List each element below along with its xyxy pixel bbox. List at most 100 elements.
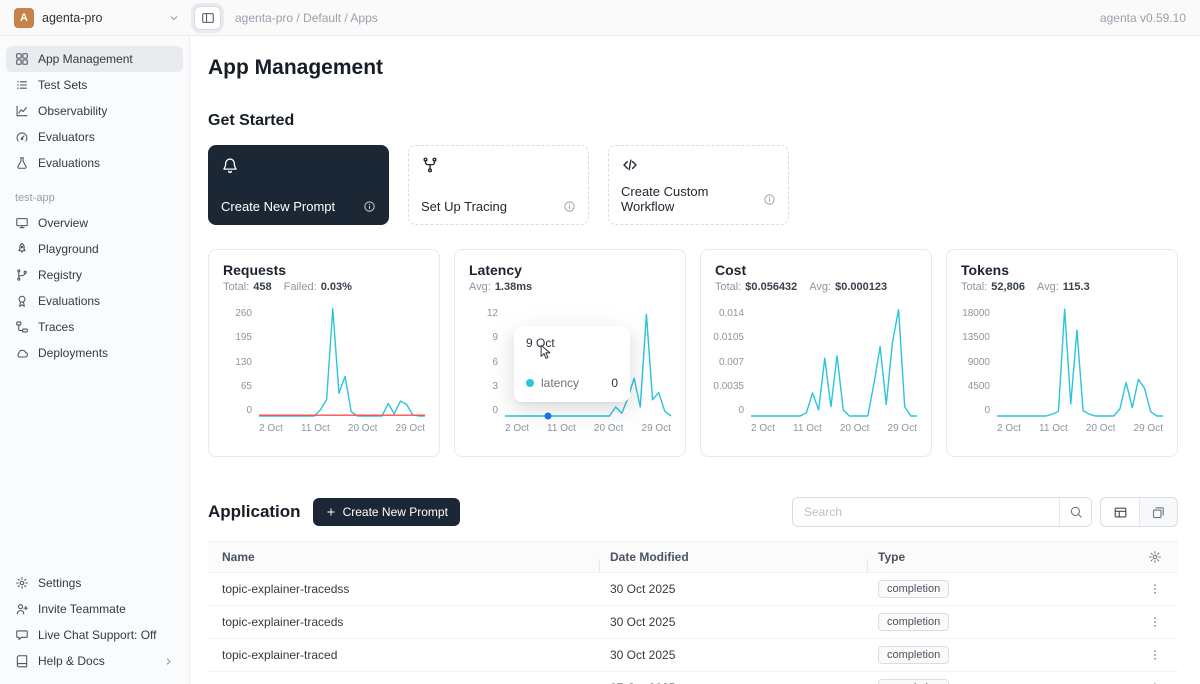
sidebar-main-nav: App Management Test Sets Observability E… xyxy=(6,46,183,176)
code-icon xyxy=(621,156,639,174)
series-cost xyxy=(751,310,917,416)
y-axis-tick: 6 xyxy=(492,357,498,368)
sidebar-item-registry[interactable]: Registry xyxy=(6,262,183,288)
flask-icon xyxy=(15,156,29,170)
tooltip-series-row: latency 0 xyxy=(526,376,618,390)
x-axis-tick: 11 Oct xyxy=(793,423,822,434)
table-row[interactable]: topic-explainer-traced 30 Oct 2025 compl… xyxy=(208,639,1178,672)
table-settings-button[interactable] xyxy=(1148,550,1162,564)
application-toolbar: Application Create New Prompt xyxy=(208,497,1178,527)
gear-icon xyxy=(1148,550,1162,564)
award-icon xyxy=(15,294,29,308)
row-actions-button[interactable] xyxy=(1148,648,1162,662)
metric-stat-total: Total:52,806 xyxy=(961,281,1025,293)
app-name-cell[interactable]: topic-explainer-traced xyxy=(208,648,610,662)
create-new-prompt-button[interactable]: Create New Prompt xyxy=(313,498,460,526)
dots-vertical-icon xyxy=(1148,615,1162,629)
get-started-card-create-new-prompt[interactable]: Create New Prompt xyxy=(208,145,389,225)
x-axis: 2 Oct11 Oct20 Oct29 Oct xyxy=(961,423,1163,434)
app-name-cell[interactable]: topic-explainer-traceds xyxy=(208,615,610,629)
table-view-icon xyxy=(1113,505,1128,520)
search-input[interactable] xyxy=(793,498,1059,526)
x-axis-tick: 11 Oct xyxy=(547,423,576,434)
get-started-card-create-custom-workflow[interactable]: Create Custom Workflow xyxy=(608,145,789,225)
sidebar-item-overview[interactable]: Overview xyxy=(6,210,183,236)
user-plus-icon xyxy=(15,602,29,616)
breadcrumb[interactable]: agenta-pro / Default / Apps xyxy=(235,11,378,25)
table-row[interactable]: topic-explainer-tracedss 30 Oct 2025 com… xyxy=(208,573,1178,606)
metric-stats: Total:$0.056432Avg:$0.000123 xyxy=(715,281,917,293)
application-heading: Application xyxy=(208,502,301,522)
metric-title: Latency xyxy=(469,262,671,278)
sidebar-item-playground[interactable]: Playground xyxy=(6,236,183,262)
type-badge: completion xyxy=(878,679,949,684)
y-axis: 0.0140.01050.0070.00350 xyxy=(715,308,751,416)
metric-title: Cost xyxy=(715,262,917,278)
card-view-button[interactable] xyxy=(1139,498,1177,526)
sidebar-item-settings[interactable]: Settings xyxy=(6,570,183,596)
workspace-selector[interactable]: A agenta-pro xyxy=(14,8,180,28)
y-axis-tick: 0 xyxy=(738,405,744,416)
sidebar-item-invite-teammate[interactable]: Invite Teammate xyxy=(6,596,183,622)
tooltip-series-name: latency xyxy=(541,376,579,390)
sidebar-app-section-label: test-app xyxy=(15,192,174,204)
sidebar-item-live-chat-support-off[interactable]: Live Chat Support: Off xyxy=(6,622,183,648)
info-icon[interactable] xyxy=(363,200,376,213)
sidebar-app-nav: Overview Playground Registry Evaluations… xyxy=(6,210,183,366)
y-axis-tick: 65 xyxy=(241,381,252,392)
sidebar-item-test-sets[interactable]: Test Sets xyxy=(6,72,183,98)
tooltip-value: 0 xyxy=(611,376,618,390)
chart-tooltip: 9 Oct latency 0 xyxy=(514,326,630,402)
info-icon[interactable] xyxy=(763,193,776,206)
y-axis-tick: 130 xyxy=(235,357,252,368)
x-axis-tick: 29 Oct xyxy=(1134,423,1163,434)
row-actions-button[interactable] xyxy=(1148,615,1162,629)
info-icon[interactable] xyxy=(563,200,576,213)
x-axis: 2 Oct11 Oct20 Oct29 Oct xyxy=(715,423,917,434)
y-axis: 129630 xyxy=(469,308,505,416)
workspace-avatar: A xyxy=(14,8,34,28)
table-header: Name Date Modified Type xyxy=(208,541,1178,573)
sidebar-item-observability[interactable]: Observability xyxy=(6,98,183,124)
table-row[interactable]: topic-explainer-traceds 30 Oct 2025 comp… xyxy=(208,606,1178,639)
sidebar-item-help-docs[interactable]: Help & Docs xyxy=(6,648,183,674)
sidebar-item-app-management[interactable]: App Management xyxy=(6,46,183,72)
sidebar-panel-icon xyxy=(201,11,215,25)
get-started-card-set-up-tracing[interactable]: Set Up Tracing xyxy=(408,145,589,225)
y-axis-tick: 9 xyxy=(492,332,498,343)
info-icon xyxy=(563,200,576,213)
branch-icon xyxy=(15,268,29,282)
table-view-button[interactable] xyxy=(1101,498,1139,526)
grid-icon xyxy=(15,52,29,66)
x-axis-tick: 2 Oct xyxy=(751,423,775,434)
metric-stat-total: Total:$0.056432 xyxy=(715,281,797,293)
sparkline-chart xyxy=(259,308,425,416)
gear-icon xyxy=(15,576,29,590)
column-header-type[interactable]: Type xyxy=(878,550,1110,564)
search-button[interactable] xyxy=(1059,498,1091,526)
row-actions-button[interactable] xyxy=(1148,582,1162,596)
column-header-name[interactable]: Name xyxy=(208,550,610,564)
sidebar-toggle-button[interactable] xyxy=(194,6,221,30)
sidebar-item-traces[interactable]: Traces xyxy=(6,314,183,340)
sidebar: App Management Test Sets Observability E… xyxy=(0,36,190,684)
info-icon xyxy=(363,200,376,213)
get-started-card-label: Set Up Tracing xyxy=(421,199,507,214)
app-name-cell[interactable]: topic-explainer-tracedss xyxy=(208,582,610,596)
monitor-icon xyxy=(15,216,29,230)
column-header-date-modified[interactable]: Date Modified xyxy=(610,550,878,564)
metric-card-cost: Cost Total:$0.056432Avg:$0.000123 0.014 0… xyxy=(700,249,932,457)
view-toggle xyxy=(1100,497,1178,527)
sidebar-item-deployments[interactable]: Deployments xyxy=(6,340,183,366)
sidebar-item-evaluations[interactable]: Evaluations xyxy=(6,288,183,314)
type-badge: completion xyxy=(878,613,949,631)
table-row[interactable]: career-assessment 27 Oct 2025 completion xyxy=(208,672,1178,684)
y-axis: 260195130650 xyxy=(223,308,259,416)
top-bar: A agenta-pro agenta-pro / Default / Apps… xyxy=(0,0,1200,36)
sidebar-item-evaluations[interactable]: Evaluations xyxy=(6,150,183,176)
sidebar-item-evaluators[interactable]: Evaluators xyxy=(6,124,183,150)
hovered-point-marker xyxy=(545,413,552,420)
metric-card-tokens: Tokens Total:52,806Avg:115.3 18000135009… xyxy=(946,249,1178,457)
metric-title: Requests xyxy=(223,262,425,278)
y-axis-tick: 0.014 xyxy=(719,308,744,319)
